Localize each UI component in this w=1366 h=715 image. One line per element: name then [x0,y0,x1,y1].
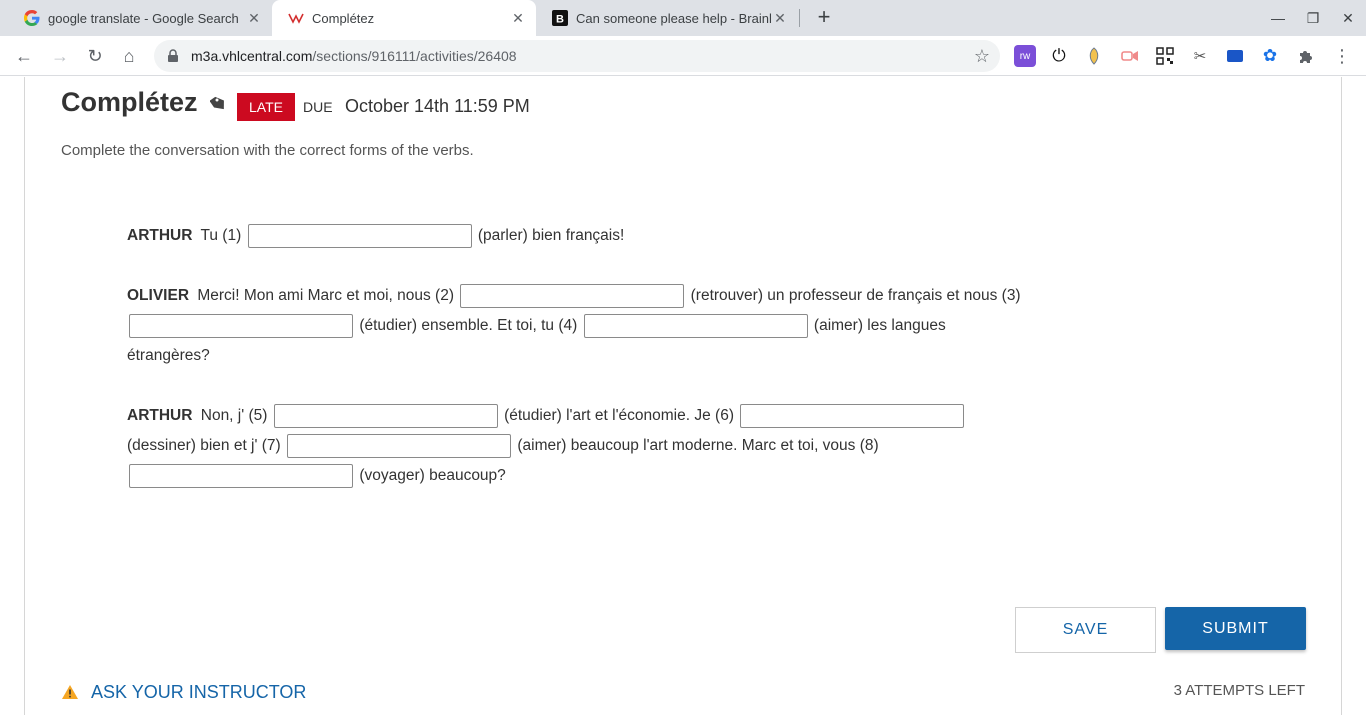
tab-completez[interactable]: Complétez ✕ [272,0,536,36]
dialogue-text: Tu (1) [200,227,242,244]
url-host: m3a.vhlcentral.com [191,48,313,64]
activity-card: Complétez LATE DUE October 14th 11:59 PM… [24,77,1342,715]
forward-icon[interactable]: → [48,44,72,68]
answer-blank-2[interactable] [460,283,685,308]
back-icon[interactable]: ← [12,44,36,68]
browser-toolbar: ← → ↻ ⌂ m3a.vhlcentral.com/sections/9161… [0,36,1366,76]
dialogue-line-1: ARTHUR Tu (1) (parler) bien français! [127,221,1027,251]
tab-title: google translate - Google Search [48,10,239,26]
ask-instructor[interactable]: ASK YOUR INSTRUCTOR [61,680,306,704]
address-bar[interactable]: m3a.vhlcentral.com/sections/916111/activ… [154,40,1000,72]
minimize-icon[interactable]: — [1266,6,1290,30]
close-tab-icon[interactable]: ✕ [510,10,526,26]
svg-text:B: B [556,14,564,26]
dialogue-text: (voyager) beaucoup? [359,467,506,484]
submit-button[interactable]: SUBMIT [1165,607,1306,650]
close-tab-icon[interactable]: ✕ [246,10,262,26]
answer-blank-7[interactable] [287,433,512,458]
tag-icon [210,96,224,110]
tab-title: Can someone please help - Brainly [576,10,771,26]
vhl-icon [288,10,304,26]
url-text: m3a.vhlcentral.com/sections/916111/activ… [191,48,517,64]
tab-google-search[interactable]: google translate - Google Search ✕ [8,0,272,36]
window-close-icon[interactable]: ✕ [1336,6,1360,30]
lock-icon [168,49,178,62]
extension-rw-icon[interactable]: rw [1014,45,1036,67]
url-path: /sections/916111/activities/26408 [312,48,517,64]
late-badge: LATE [237,93,295,121]
tab-title: Complétez [312,10,375,26]
close-tab-icon[interactable]: ✕ [772,10,788,26]
extension-puzzle-blue-icon[interactable]: ✿ [1259,45,1281,67]
due-date: October 14th 11:59 PM [345,96,530,116]
browser-menu-icon[interactable]: ⋮ [1331,45,1353,67]
reload-icon[interactable]: ↻ [83,44,107,68]
attempts-left: 3 ATTEMPTS LEFT [1173,682,1305,699]
dialogue-text: (aimer) beaucoup l'art moderne. Marc et … [517,437,879,454]
answer-blank-6[interactable] [740,403,965,428]
answer-blank-1[interactable] [247,223,472,248]
tab-strip: google translate - Google Search ✕ Compl… [0,0,1366,36]
dialogue-text: (retrouver) un professeur de français et… [690,287,1021,304]
tab-brainly[interactable]: B Can someone please help - Brainly ✕ [536,0,798,36]
extension-power-icon[interactable]: ⏻ [1048,45,1070,67]
dialogue-line-2: OLIVIER Merci! Mon ami Marc et moi, nous… [127,281,1027,371]
extensions-puzzle-icon[interactable] [1295,45,1317,67]
speaker-label: ARTHUR [127,227,193,244]
dialogue-text: Non, j' (5) [200,407,268,424]
dialogue-text: Merci! Mon ami Marc et moi, nous (2) [197,287,455,304]
speaker-label: ARTHUR [127,407,193,424]
warning-icon [62,685,78,699]
tab-divider [799,9,800,27]
dialogue-line-3: ARTHUR Non, j' (5) (étudier) l'art et l'… [127,401,1027,491]
dialogue-text: (étudier) ensemble. Et toi, tu (4) [359,317,578,334]
home-icon[interactable]: ⌂ [117,44,141,68]
page-content: Complétez LATE DUE October 14th 11:59 PM… [0,77,1366,715]
dialogue-text: (dessiner) bien et j' (7) [127,437,281,454]
answer-blank-4[interactable] [583,313,808,338]
dialogue-text: (parler) bien français! [477,227,625,244]
dialogue-text: (étudier) l'art et l'économie. Je (6) [504,407,734,424]
brainly-icon: B [552,10,568,26]
instructions: Complete the conversation with the corre… [61,142,474,159]
extension-leaf-icon[interactable] [1083,45,1105,67]
answer-blank-8[interactable] [129,463,353,488]
qr-code-icon[interactable] [1154,45,1176,67]
answer-blank-5[interactable] [273,403,498,428]
new-tab-button[interactable]: + [812,6,836,30]
save-button[interactable]: SAVE [1015,607,1156,653]
answer-blank-3[interactable] [129,313,353,338]
extension-scissors-icon[interactable]: ✂ [1189,45,1211,67]
google-g-icon [24,10,40,26]
extension-video-icon[interactable] [1119,45,1141,67]
due-label: DUE [303,99,333,115]
ask-instructor-link[interactable]: ASK YOUR INSTRUCTOR [91,682,306,703]
extension-blue-square-icon[interactable] [1224,45,1246,67]
restore-icon[interactable]: ❐ [1301,6,1325,30]
bookmark-star-icon[interactable]: ☆ [974,46,990,66]
page-title: Complétez [61,87,198,117]
speaker-label: OLIVIER [127,287,190,304]
